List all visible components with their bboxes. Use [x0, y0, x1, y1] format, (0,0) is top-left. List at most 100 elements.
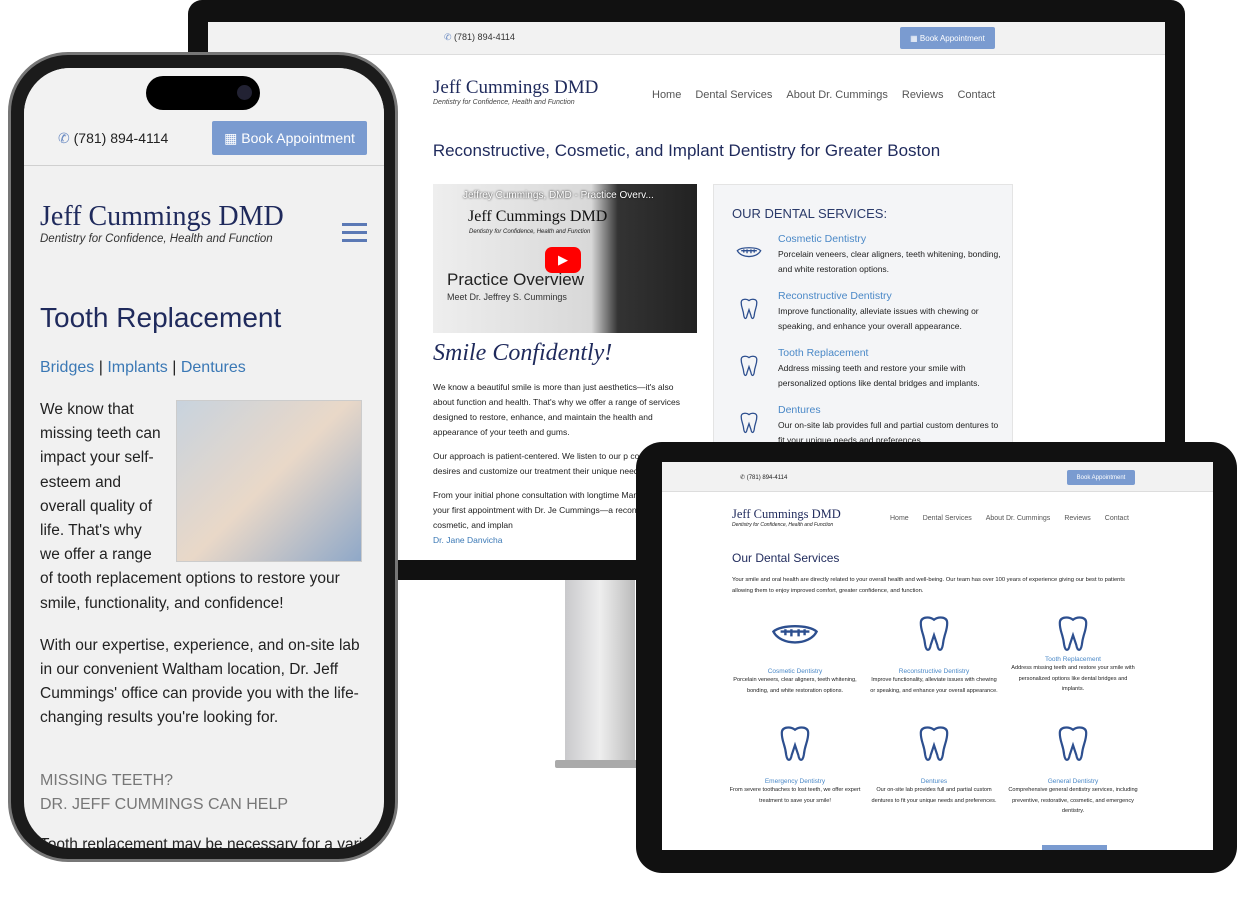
- hamburger-menu-icon[interactable]: [342, 223, 367, 242]
- phone-body: We know that missing teeth can impact yo…: [40, 398, 383, 848]
- logo-tagline: Dentistry for Confidence, Health and Fun…: [732, 522, 834, 528]
- service-title[interactable]: Emergency Dentistry: [729, 778, 861, 785]
- nav-reviews[interactable]: Reviews: [1064, 515, 1090, 522]
- service-description: Address missing teeth and restore your s…: [778, 363, 980, 388]
- phone-screen: ✆ (781) 894-4114 ▦ Book Appointment Jeff…: [24, 68, 384, 848]
- book-label: Book Appointment: [241, 130, 355, 146]
- book-appointment-button[interactable]: ▦ Book Appointment: [212, 121, 367, 155]
- service-card[interactable]: Reconstructive Dentistry Improve functio…: [868, 610, 1000, 696]
- service-title[interactable]: Tooth Replacement: [1007, 656, 1139, 663]
- service-description: From severe toothaches to lost teeth, we…: [729, 787, 861, 804]
- nav-dental-services[interactable]: Dental Services: [923, 515, 972, 522]
- button-peek[interactable]: [1042, 845, 1107, 850]
- section-heading: Our Dental Services: [732, 551, 840, 565]
- service-description: Our on-site lab provides full and partia…: [871, 787, 997, 804]
- logo-name: Jeff Cummings DMD: [732, 507, 841, 521]
- periodontist-link[interactable]: Dr. Jane Danvicha: [433, 535, 502, 545]
- paragraph: Tooth replacement may be necessary for a…: [40, 836, 383, 848]
- service-title[interactable]: Reconstructive Dentistry: [868, 668, 1000, 675]
- phone-icon: ✆: [58, 130, 74, 146]
- book-appointment-button[interactable]: ▦ Book Appointment: [900, 27, 995, 49]
- service-description: Improve functionality, alleviate issues …: [870, 677, 998, 694]
- logo[interactable]: Jeff Cummings DMD Dentistry for Confiden…: [433, 77, 598, 106]
- service-card[interactable]: Dentures Our on-site lab provides full a…: [868, 720, 1000, 806]
- subheading: DR. JEFF CUMMINGS CAN HELP: [40, 795, 289, 813]
- service-title[interactable]: Dentures: [868, 778, 1000, 785]
- service-description: Porcelain veneers, clear aligners, teeth…: [778, 249, 1001, 274]
- service-description: Comprehensive general dentistry services…: [1008, 787, 1138, 814]
- phone-icon: ✆: [444, 32, 455, 42]
- service-card[interactable]: Tooth Replacement Address missing teeth …: [1007, 610, 1139, 695]
- top-bar: ✆ (781) 894-4114 ▦ Book Appointment: [208, 22, 1165, 55]
- main-nav: Home Dental Services About Dr. Cummings Rev…: [876, 515, 1129, 522]
- service-card[interactable]: Cosmetic Dentistry Porcelain veneers, cl…: [729, 610, 861, 696]
- services-heading: OUR DENTAL SERVICES:: [732, 206, 888, 221]
- nav-contact[interactable]: Contact: [1105, 515, 1129, 522]
- phone-link[interactable]: ✆ (781) 894-4114: [58, 130, 168, 147]
- logo-name: Jeff Cummings DMD: [40, 201, 284, 232]
- video-subheading: Meet Dr. Jeffrey S. Cummings: [447, 292, 567, 302]
- nav-about[interactable]: About Dr. Cummings: [786, 89, 887, 101]
- logo-name: Jeff Cummings DMD: [433, 77, 599, 98]
- link-bridges[interactable]: Bridges: [40, 359, 94, 376]
- smile-icon: [732, 239, 766, 265]
- patient-photo: [176, 400, 362, 562]
- dentures-icon: [732, 410, 766, 436]
- subpage-links: Bridges | Implants | Dentures: [40, 359, 246, 377]
- service-title[interactable]: Cosmetic Dentistry: [778, 233, 866, 245]
- service-title[interactable]: Reconstructive Dentistry: [778, 290, 892, 302]
- nav-home[interactable]: Home: [890, 515, 909, 522]
- book-label: Book Appointment: [1076, 474, 1126, 481]
- top-bar: ✆ (781) 894-4114 Book Appointment: [662, 462, 1213, 492]
- phone-link[interactable]: ✆ (781) 894-4114: [740, 474, 787, 481]
- dentures-icon: [868, 720, 1000, 772]
- nav-reviews[interactable]: Reviews: [902, 89, 944, 101]
- link-dentures[interactable]: Dentures: [181, 359, 246, 376]
- video-logo: Jeff Cummings DMD: [468, 208, 608, 225]
- implant-icon: [1007, 610, 1139, 662]
- book-appointment-button[interactable]: Book Appointment: [1067, 470, 1135, 485]
- camera-icon: [237, 85, 252, 100]
- page-title: Tooth Replacement: [40, 302, 282, 333]
- link-implants[interactable]: Implants: [107, 359, 167, 376]
- paragraph: With our expertise, experience, and on-s…: [40, 636, 360, 727]
- smile-icon: [729, 610, 861, 662]
- tooth-icon: [868, 610, 1000, 662]
- intro-text: Your smile and oral health are directly …: [732, 577, 1125, 594]
- logo[interactable]: Jeff Cummings DMD Dentistry for Confiden…: [40, 201, 284, 245]
- video-tagline: Dentistry for Confidence, Health and Fun…: [469, 229, 591, 235]
- service-title[interactable]: General Dentistry: [1007, 778, 1139, 785]
- video-title: Jeffrey Cummings, DMD - Practice Overv..…: [463, 190, 654, 201]
- phone-link[interactable]: ✆ (781) 894-4114: [444, 32, 515, 43]
- service-card[interactable]: Emergency Dentistry From severe toothach…: [729, 720, 861, 806]
- paragraph: We know a beautiful smile is more than j…: [433, 382, 681, 437]
- calendar-icon: ▦: [224, 129, 242, 146]
- service-title[interactable]: Dentures: [778, 404, 821, 416]
- service-title[interactable]: Cosmetic Dentistry: [729, 668, 861, 675]
- nav-dental-services[interactable]: Dental Services: [695, 89, 772, 101]
- book-label: Book Appointment: [919, 33, 985, 43]
- subheading: MISSING TEETH?: [40, 771, 174, 789]
- tooth-tools-icon: [1007, 720, 1139, 772]
- script-heading: Smile Confidently!: [433, 340, 613, 366]
- nav-contact[interactable]: Contact: [957, 89, 995, 101]
- tooth-icon: [732, 296, 766, 322]
- calendar-icon: ▦: [910, 33, 920, 43]
- tablet-screen: ✆ (781) 894-4114 Book Appointment Jeff C…: [662, 462, 1213, 850]
- logo[interactable]: Jeff Cummings DMD Dentistry for Confiden…: [732, 507, 841, 528]
- phone-number: (781) 894-4114: [746, 475, 788, 481]
- video-heading: Practice Overview: [447, 270, 584, 289]
- nav-about[interactable]: About Dr. Cummings: [986, 515, 1051, 522]
- logo-tagline: Dentistry for Confidence, Health and Fun…: [433, 99, 575, 106]
- service-card[interactable]: General Dentistry Comprehensive general …: [1007, 720, 1139, 817]
- broken-tooth-icon: [729, 720, 861, 772]
- logo-tagline: Dentistry for Confidence, Health and Fun…: [40, 233, 273, 245]
- nav-home[interactable]: Home: [652, 89, 681, 101]
- monitor-stand: [565, 580, 635, 765]
- service-description: Address missing teeth and restore your s…: [1011, 665, 1135, 692]
- service-description: Improve functionality, alleviate issues …: [778, 306, 979, 331]
- video-player[interactable]: Jeffrey Cummings, DMD - Practice Overv..…: [433, 184, 697, 333]
- separator: |: [172, 359, 177, 376]
- separator: |: [98, 359, 103, 376]
- service-title[interactable]: Tooth Replacement: [778, 347, 868, 359]
